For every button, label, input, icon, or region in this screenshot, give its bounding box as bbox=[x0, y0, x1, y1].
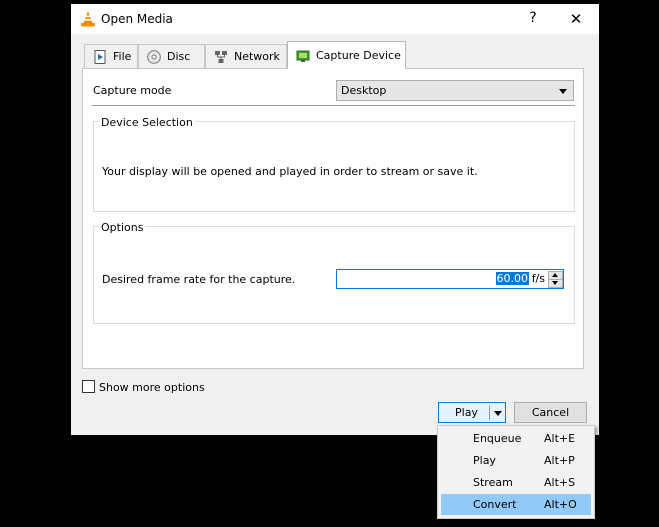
menu-item-convert[interactable]: Convert Alt+O bbox=[441, 494, 591, 515]
capture-device-icon bbox=[296, 50, 310, 62]
capture-mode-value: Desktop bbox=[341, 84, 387, 97]
window-title: Open Media bbox=[101, 12, 173, 26]
help-button[interactable]: ? bbox=[525, 10, 541, 26]
menu-item-shortcut: Alt+O bbox=[544, 498, 577, 511]
frame-rate-value: 60.00 bbox=[495, 272, 529, 285]
menu-item-label: Play bbox=[473, 454, 496, 467]
frame-rate-unit: f/s bbox=[531, 272, 545, 285]
play-dropdown-menu: Enqueue Alt+E Play Alt+P Stream Alt+S Co… bbox=[437, 425, 595, 519]
vlc-cone-icon bbox=[81, 11, 95, 27]
close-button[interactable]: ✕ bbox=[568, 10, 584, 28]
cancel-button[interactable]: Cancel bbox=[514, 402, 587, 423]
tab-network-label: Network bbox=[234, 50, 280, 63]
tab-disc-label: Disc bbox=[167, 50, 191, 63]
tab-disc[interactable]: Disc bbox=[138, 44, 205, 68]
show-more-options-label[interactable]: Show more options bbox=[99, 381, 205, 394]
options-title: Options bbox=[99, 221, 146, 234]
menu-item-enqueue[interactable]: Enqueue Alt+E bbox=[441, 428, 591, 449]
title-bar: Open Media ? ✕ bbox=[71, 4, 599, 34]
play-button-label: Play bbox=[455, 406, 478, 419]
capture-mode-label: Capture mode bbox=[93, 84, 172, 97]
menu-item-shortcut: Alt+P bbox=[544, 454, 575, 467]
menu-item-shortcut: Alt+S bbox=[544, 476, 576, 489]
frame-rate-label: Desired frame rate for the capture. bbox=[102, 273, 296, 286]
capture-mode-select[interactable]: Desktop bbox=[336, 80, 574, 101]
spin-buttons bbox=[548, 271, 563, 288]
play-split-divider bbox=[489, 405, 490, 420]
device-selection-title: Device Selection bbox=[99, 116, 195, 129]
frame-rate-spinbox[interactable]: 60.00 f/s bbox=[336, 269, 564, 289]
play-dropdown-arrow-icon[interactable] bbox=[494, 411, 502, 416]
tab-file-label: File bbox=[113, 50, 132, 63]
menu-item-shortcut: Alt+E bbox=[544, 432, 576, 445]
tab-network[interactable]: Network bbox=[205, 44, 287, 68]
menu-item-label: Convert bbox=[473, 498, 517, 511]
divider bbox=[92, 105, 575, 107]
menu-item-stream[interactable]: Stream Alt+S bbox=[441, 472, 591, 493]
file-icon bbox=[94, 49, 106, 64]
menu-item-play[interactable]: Play Alt+P bbox=[441, 450, 591, 471]
tab-capture-device[interactable]: Capture Device bbox=[287, 41, 406, 69]
device-selection-text: Your display will be opened and played i… bbox=[102, 165, 478, 178]
show-more-options-checkbox[interactable] bbox=[82, 380, 95, 393]
tab-capture-device-label: Capture Device bbox=[316, 49, 401, 62]
spin-down-button[interactable] bbox=[548, 279, 563, 288]
play-button[interactable]: Play bbox=[438, 402, 506, 423]
network-icon bbox=[215, 50, 227, 63]
menu-item-label: Stream bbox=[473, 476, 513, 489]
disc-icon bbox=[147, 49, 161, 64]
tab-file[interactable]: File bbox=[84, 44, 138, 68]
menu-item-label: Enqueue bbox=[473, 432, 522, 445]
chevron-down-icon bbox=[559, 89, 567, 94]
